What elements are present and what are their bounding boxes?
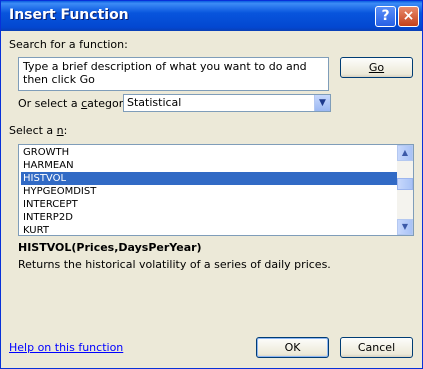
scroll-thumb[interactable] [397,178,413,190]
list-item[interactable]: GROWTH [21,146,399,159]
scroll-down-arrow-icon[interactable]: ▼ [397,219,413,235]
function-signature: HISTVOL(Prices,DaysPerYear) [18,241,202,254]
search-input[interactable]: Type a brief description of what you wan… [18,57,329,91]
help-button[interactable]: ? [375,6,396,27]
ok-button[interactable]: OK [256,337,329,358]
category-select[interactable]: Statistical ▼ [123,94,331,112]
function-listbox[interactable]: GROWTH HARMEAN HISTVOL HYPGEOMDIST INTER… [18,144,414,236]
search-label: Search for a function: [9,38,128,51]
list-item[interactable]: HARMEAN [21,159,399,172]
go-button[interactable]: Go [340,57,413,78]
category-selected-value: Statistical [127,96,182,109]
list-item[interactable]: INTERP2D [21,211,399,224]
dialog-title: Insert Function [9,7,129,23]
category-label: Or select a category: [18,97,133,110]
title-bar[interactable]: Insert Function ? × [1,1,422,31]
list-item[interactable]: HYPGEOMDIST [21,185,399,198]
help-on-function-link[interactable]: Help on this function [9,341,123,354]
close-button[interactable]: × [398,6,419,27]
list-item[interactable]: INTERCEPT [21,198,399,211]
list-item-selected[interactable]: HISTVOL [21,172,399,185]
function-description: Returns the historical volatility of a s… [18,258,331,271]
go-button-label: Go [368,61,385,74]
chevron-down-icon[interactable]: ▼ [314,95,330,111]
list-item[interactable]: KURT [21,224,399,235]
scroll-up-arrow-icon[interactable]: ▲ [397,145,413,161]
insert-function-dialog: Insert Function ? × Search for a functio… [0,0,423,369]
cancel-button[interactable]: Cancel [340,337,413,358]
list-scrollbar[interactable]: ▲ ▼ [397,145,413,235]
function-list-label: Select a n: [9,124,68,137]
